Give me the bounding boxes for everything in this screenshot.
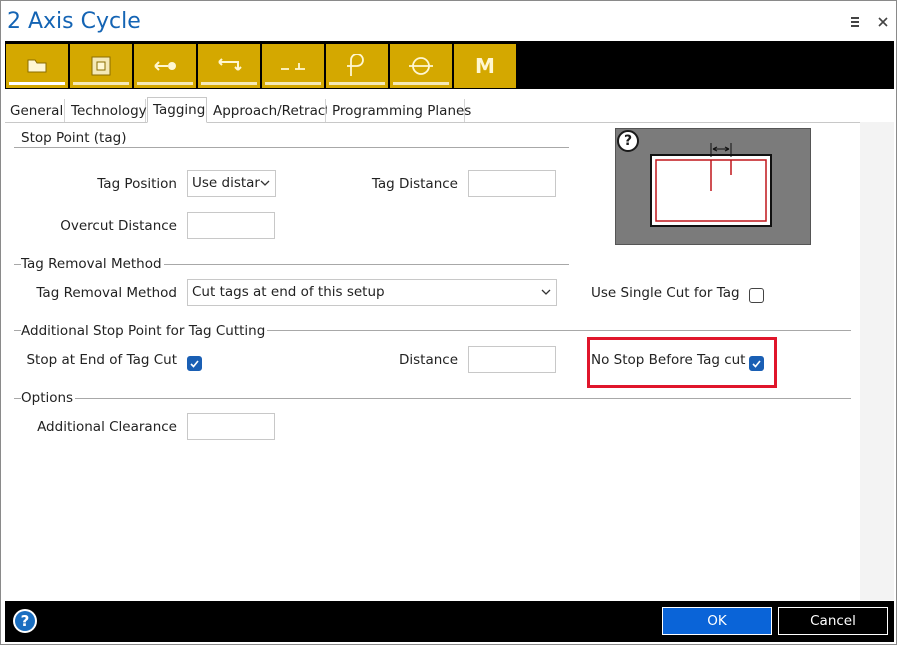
footer-bar: ? OK Cancel: [5, 601, 894, 642]
group-title-stop-point: Stop Point (tag): [21, 130, 129, 146]
tag-diagram-image: [650, 143, 772, 227]
close-icon[interactable]: [874, 11, 892, 33]
check-icon: [190, 360, 199, 368]
circle-line-icon: [409, 57, 433, 75]
toolbar-tool-lead-in[interactable]: [326, 44, 388, 88]
toolbar-tool-circle-line[interactable]: [390, 44, 452, 88]
distance-input[interactable]: [468, 346, 556, 373]
tag-distance-input[interactable]: [468, 170, 556, 197]
hamburger-icon[interactable]: [846, 11, 864, 33]
toolbar-tool-arrow-dot[interactable]: [134, 44, 196, 88]
m-icon: M: [475, 54, 495, 78]
lead-in-icon: [347, 54, 364, 76]
toolbar-tool-m[interactable]: M: [454, 44, 516, 88]
tagging-diagram: ?: [615, 128, 811, 245]
tag-position-label: Tag Position: [97, 176, 177, 192]
toolbar-tool-square[interactable]: [70, 44, 132, 88]
diagram-help-icon[interactable]: ?: [617, 130, 639, 152]
toolbar-tool-arrows-loop[interactable]: [198, 44, 260, 88]
single-cut-label: Use Single Cut for Tag: [591, 285, 740, 301]
help-icon: ?: [15, 611, 35, 631]
toolbar-tool-step[interactable]: [262, 44, 324, 88]
square-icon: [91, 56, 111, 76]
additional-clearance-label: Additional Clearance: [37, 419, 177, 435]
tag-position-select[interactable]: Use distar: [187, 170, 276, 197]
tag-removal-method-select[interactable]: Cut tags at end of this setup: [187, 279, 557, 306]
tag-position-value: Use distar: [192, 175, 260, 191]
highlight-box: [587, 337, 777, 388]
cancel-button[interactable]: Cancel: [778, 607, 888, 635]
stop-end-checkbox[interactable]: [187, 356, 202, 371]
step-icon: [281, 63, 305, 70]
toolbar: M: [5, 41, 894, 89]
group-title-options: Options: [21, 390, 76, 406]
chevron-down-icon: [260, 180, 270, 186]
tag-removal-method-value: Cut tags at end of this setup: [192, 284, 385, 300]
arrow-dot-icon: [154, 61, 176, 71]
help-button[interactable]: ?: [13, 609, 37, 633]
tab-approach-retract[interactable]: Approach/Retract: [208, 99, 331, 123]
folder-icon: [27, 59, 47, 73]
dialog-window: 2 Axis Cycle M General Technology Taggin…: [0, 0, 897, 645]
vertical-scrollbar[interactable]: [860, 122, 894, 600]
stop-end-label: Stop at End of Tag Cut: [26, 352, 177, 368]
tag-removal-method-label: Tag Removal Method: [36, 285, 177, 301]
arrows-loop-icon: [218, 58, 242, 71]
group-divider: [14, 147, 569, 148]
chevron-down-icon: [541, 289, 551, 295]
group-title-tag-removal: Tag Removal Method: [21, 256, 164, 272]
group-title-additional-stop: Additional Stop Point for Tag Cutting: [21, 323, 268, 339]
ok-button[interactable]: OK: [662, 607, 772, 635]
single-cut-checkbox[interactable]: [749, 288, 764, 303]
tag-distance-label: Tag Distance: [371, 176, 458, 192]
tab-technology[interactable]: Technology: [66, 99, 147, 123]
window-title: 2 Axis Cycle: [7, 9, 141, 34]
toolbar-tool-folder[interactable]: [6, 44, 68, 88]
overcut-distance-label: Overcut Distance: [60, 218, 177, 234]
tab-general[interactable]: General: [5, 99, 65, 123]
tab-tagging[interactable]: Tagging: [147, 97, 207, 123]
additional-clearance-input[interactable]: [187, 413, 275, 440]
group-divider: [14, 398, 851, 399]
overcut-distance-input[interactable]: [187, 212, 275, 239]
tab-programming-planes[interactable]: Programming Planes: [327, 99, 471, 123]
distance-label: Distance: [398, 352, 458, 368]
